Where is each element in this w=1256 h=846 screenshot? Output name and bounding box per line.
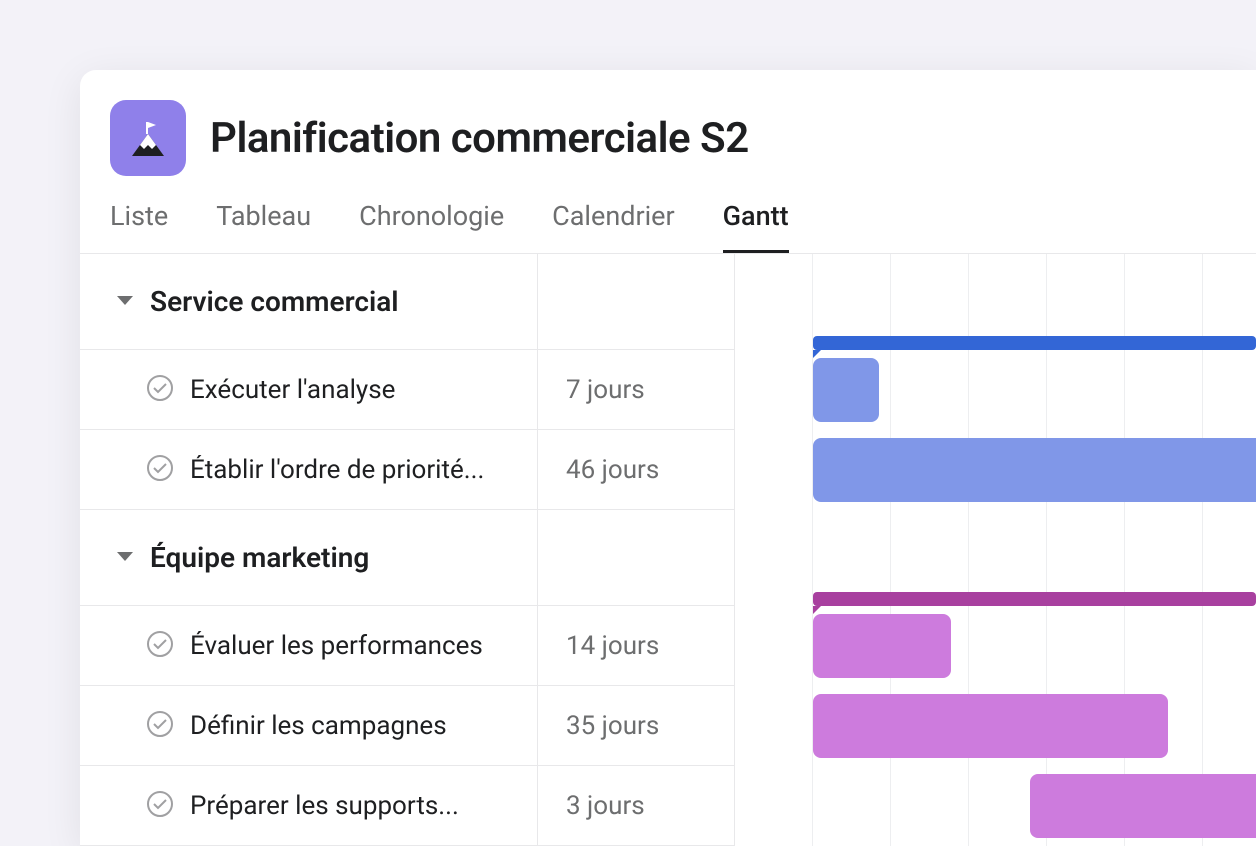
timeline-task-row bbox=[735, 686, 1256, 766]
duration-cell[interactable]: 35 jours bbox=[538, 686, 734, 766]
check-circle-icon[interactable] bbox=[146, 630, 174, 662]
tab-chronologie[interactable]: Chronologie bbox=[359, 200, 504, 253]
project-icon[interactable] bbox=[110, 100, 186, 176]
section-header[interactable]: Service commercial bbox=[80, 254, 537, 350]
duration-header bbox=[538, 254, 734, 350]
tab-liste[interactable]: Liste bbox=[110, 200, 168, 253]
task-row[interactable]: Établir l'ordre de priorité... bbox=[80, 430, 537, 510]
gantt-timeline[interactable] bbox=[735, 254, 1256, 846]
mountain-flag-icon bbox=[126, 116, 170, 160]
tab-gantt[interactable]: Gantt bbox=[723, 200, 789, 253]
task-row[interactable]: Évaluer les performances bbox=[80, 606, 537, 686]
chevron-down-icon bbox=[116, 292, 134, 311]
task-row[interactable]: Préparer les supports... bbox=[80, 766, 537, 846]
task-name-column: Service commercial Exécuter l'analyse bbox=[80, 254, 538, 846]
task-name: Définir les campagnes bbox=[190, 711, 447, 741]
task-gantt-bar[interactable] bbox=[813, 614, 951, 678]
task-name: Préparer les supports... bbox=[190, 791, 459, 821]
task-row[interactable]: Définir les campagnes bbox=[80, 686, 537, 766]
duration-cell[interactable]: 46 jours bbox=[538, 430, 734, 510]
timeline-task-row bbox=[735, 606, 1256, 686]
task-name: Exécuter l'analyse bbox=[190, 375, 395, 405]
check-circle-icon[interactable] bbox=[146, 454, 174, 486]
timeline-section-row bbox=[735, 510, 1256, 606]
task-name: Évaluer les performances bbox=[190, 631, 483, 661]
section-name: Équipe marketing bbox=[150, 541, 369, 574]
view-tabs: Liste Tableau Chronologie Calendrier Gan… bbox=[80, 176, 1256, 254]
section-gantt-bar[interactable] bbox=[813, 592, 1256, 606]
duration-cell[interactable]: 3 jours bbox=[538, 766, 734, 846]
section-gantt-bar[interactable] bbox=[813, 336, 1256, 350]
check-circle-icon[interactable] bbox=[146, 790, 174, 822]
tab-calendrier[interactable]: Calendrier bbox=[552, 200, 674, 253]
tab-tableau[interactable]: Tableau bbox=[216, 200, 311, 253]
app-window: Planification commerciale S2 Liste Table… bbox=[80, 70, 1256, 846]
duration-column: 7 jours 46 jours 14 jours 35 jours 3 jou… bbox=[538, 254, 735, 846]
check-circle-icon[interactable] bbox=[146, 710, 174, 742]
task-list-panel: Service commercial Exécuter l'analyse bbox=[80, 254, 735, 846]
section-name: Service commercial bbox=[150, 285, 399, 318]
task-gantt-bar[interactable] bbox=[813, 358, 879, 422]
chevron-down-icon bbox=[116, 548, 134, 567]
task-gantt-bar[interactable] bbox=[813, 694, 1168, 758]
timeline-task-row bbox=[735, 430, 1256, 510]
project-header: Planification commerciale S2 bbox=[80, 70, 1256, 176]
project-title: Planification commerciale S2 bbox=[210, 114, 749, 163]
timeline-section-row bbox=[735, 254, 1256, 350]
duration-cell[interactable]: 7 jours bbox=[538, 350, 734, 430]
gantt-view: Service commercial Exécuter l'analyse bbox=[80, 254, 1256, 846]
section-header[interactable]: Équipe marketing bbox=[80, 510, 537, 606]
task-name: Établir l'ordre de priorité... bbox=[190, 455, 484, 485]
duration-header bbox=[538, 510, 734, 606]
duration-cell[interactable]: 14 jours bbox=[538, 606, 734, 686]
task-gantt-bar[interactable] bbox=[1030, 774, 1256, 838]
timeline-task-row bbox=[735, 350, 1256, 430]
task-row[interactable]: Exécuter l'analyse bbox=[80, 350, 537, 430]
task-gantt-bar[interactable] bbox=[813, 438, 1256, 502]
timeline-task-row bbox=[735, 766, 1256, 846]
check-circle-icon[interactable] bbox=[146, 374, 174, 406]
